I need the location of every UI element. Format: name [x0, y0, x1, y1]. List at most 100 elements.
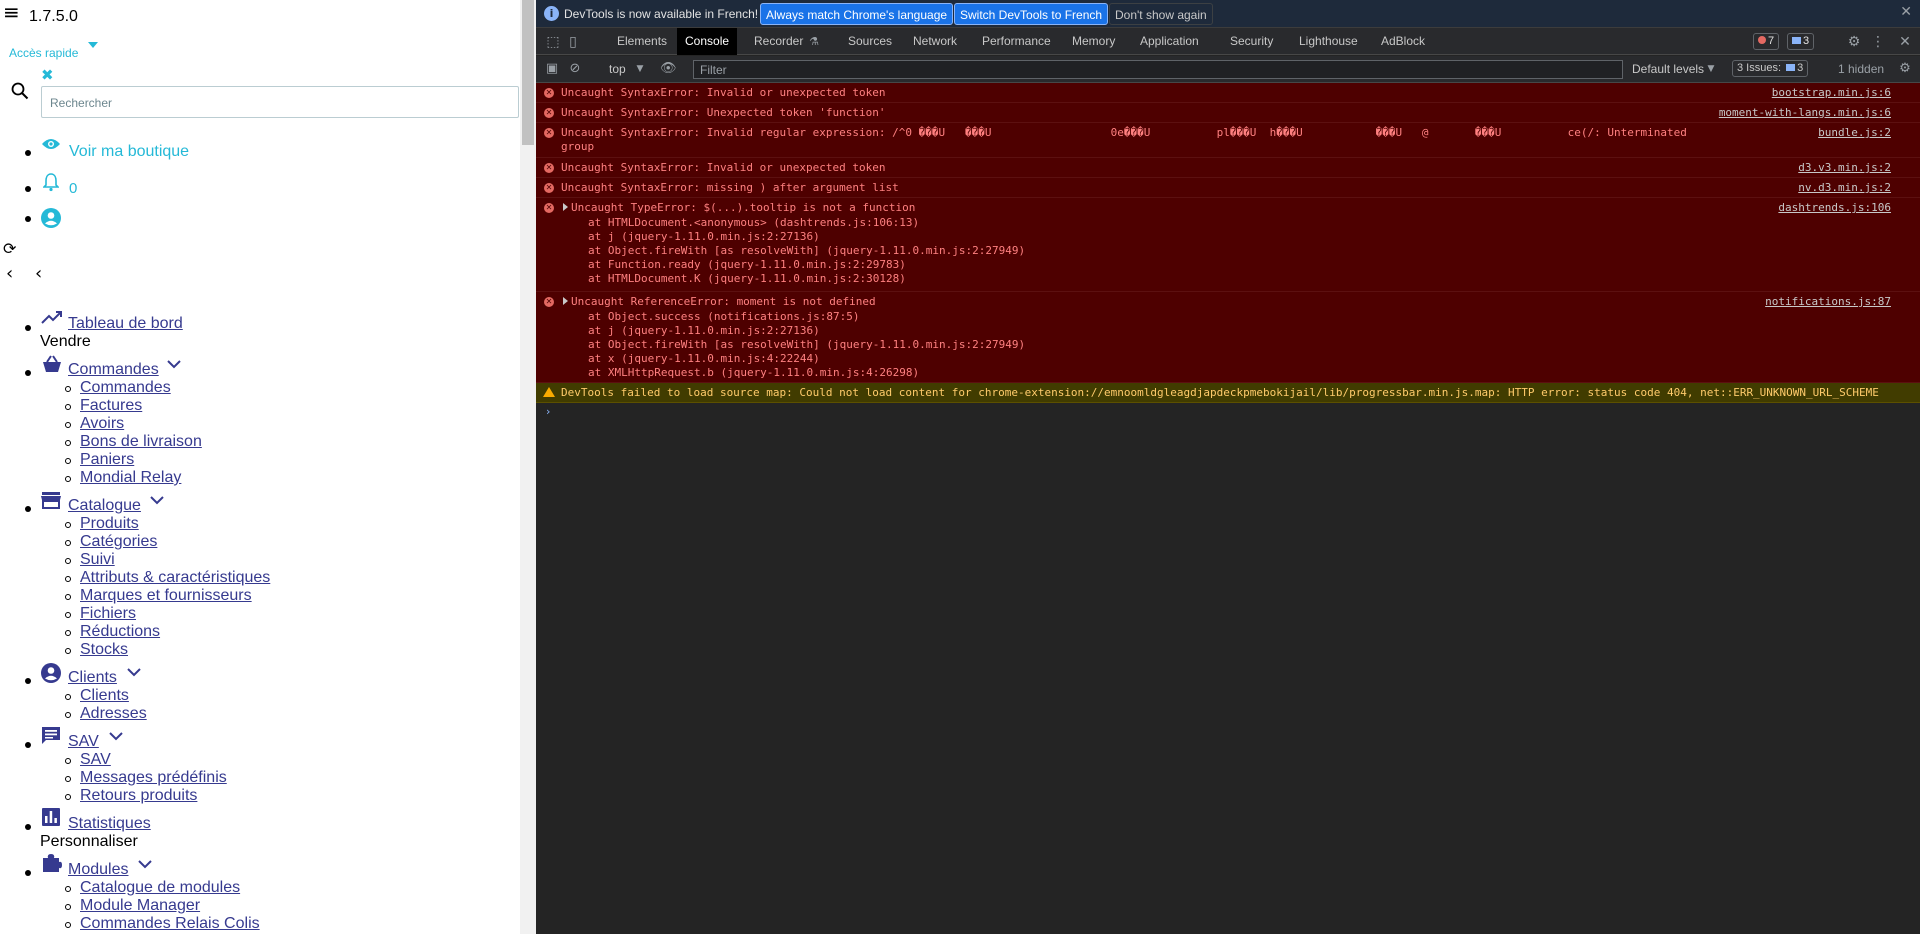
- inspect-icon[interactable]: ⬚: [545, 34, 561, 50]
- source-link[interactable]: nv.d3.min.js:2: [1798, 181, 1891, 194]
- menu-modules-relais[interactable]: Commandes Relais Colis: [80, 915, 260, 933]
- menu-sav[interactable]: SAV: [68, 733, 99, 751]
- tab-application[interactable]: Application: [1132, 28, 1207, 55]
- menu-catalog-brands[interactable]: Marques et fournisseurs: [80, 587, 252, 605]
- menu-customers-addresses[interactable]: Adresses: [80, 705, 147, 723]
- menu-orders-credits[interactable]: Avoirs: [80, 415, 124, 433]
- menu-customers-customers[interactable]: Clients: [80, 687, 129, 705]
- tab-security[interactable]: Security: [1222, 28, 1281, 55]
- scrollbar-thumb[interactable]: [522, 0, 534, 145]
- tab-memory[interactable]: Memory: [1064, 28, 1123, 55]
- menu-orders-mondial-relay[interactable]: Mondial Relay: [80, 469, 181, 487]
- stack-frame[interactable]: at j (jquery-1.11.0.min.js:2:27136): [588, 324, 820, 339]
- menu-catalog-stocks[interactable]: Stocks: [80, 641, 128, 659]
- eye-icon[interactable]: 👁: [660, 61, 677, 77]
- notification-count[interactable]: 0: [69, 180, 77, 197]
- clear-console-icon[interactable]: ⊘: [567, 61, 583, 77]
- tab-network[interactable]: Network: [905, 28, 965, 55]
- menu-orders-orders[interactable]: Commandes: [80, 379, 171, 397]
- more-options-icon[interactable]: ⋮: [1870, 34, 1886, 50]
- stack-frame[interactable]: at Function.ready (jquery-1.11.0.min.js:…: [588, 258, 906, 273]
- source-link[interactable]: moment-with-langs.min.js:6: [1719, 106, 1891, 119]
- caret-down-icon[interactable]: [88, 42, 98, 48]
- chevron-down-icon[interactable]: [138, 856, 152, 874]
- expand-triangle-icon[interactable]: [563, 297, 568, 305]
- stack-frame[interactable]: at HTMLDocument.K (jquery-1.11.0.min.js:…: [588, 272, 906, 287]
- close-devtools-icon[interactable]: ✕: [1897, 34, 1913, 50]
- menu-orders-invoices[interactable]: Factures: [80, 397, 142, 415]
- filter-input[interactable]: Filter: [693, 60, 1623, 79]
- stack-frame[interactable]: at Object.success (notifications.js:87:5…: [588, 310, 860, 325]
- match-language-button[interactable]: Always match Chrome's language: [760, 3, 954, 25]
- search-icon[interactable]: [11, 82, 29, 105]
- stack-frame[interactable]: at XMLHttpRequest.b (jquery-1.11.0.min.j…: [588, 366, 919, 381]
- clear-search-icon[interactable]: ✖: [41, 68, 54, 83]
- stack-frame[interactable]: at x (jquery-1.11.0.min.js:4:22244): [588, 352, 820, 367]
- collapse-left-icon[interactable]: ‹: [35, 263, 42, 284]
- gear-icon[interactable]: ⚙: [1897, 61, 1913, 77]
- source-link[interactable]: dashtrends.js:106: [1778, 201, 1891, 214]
- bell-icon[interactable]: [42, 172, 60, 197]
- chevron-down-icon[interactable]: [127, 664, 141, 682]
- stack-frame[interactable]: at HTMLDocument.<anonymous> (dashtrends.…: [588, 216, 919, 231]
- stack-frame[interactable]: at j (jquery-1.11.0.min.js:2:27136): [588, 230, 820, 245]
- menu-sav-sav[interactable]: SAV: [80, 751, 111, 769]
- menu-catalog-categories[interactable]: Catégories: [80, 533, 157, 551]
- close-icon[interactable]: ✕: [1900, 4, 1912, 20]
- menu-catalog-products[interactable]: Produits: [80, 515, 139, 533]
- source-link[interactable]: notifications.js:87: [1765, 295, 1891, 308]
- menu-modules-manager[interactable]: Module Manager: [80, 897, 200, 915]
- menu-sav-returns[interactable]: Retours produits: [80, 787, 197, 805]
- expand-triangle-icon[interactable]: [563, 203, 568, 211]
- console-error[interactable]: ✕ Uncaught ReferenceError: moment is not…: [536, 292, 1920, 383]
- menu-dashboard[interactable]: Tableau de bord: [68, 315, 183, 333]
- menu-catalog-discounts[interactable]: Réductions: [80, 623, 160, 641]
- menu-orders-delivery[interactable]: Bons de livraison: [80, 433, 202, 451]
- menu-modules-catalog[interactable]: Catalogue de modules: [80, 879, 240, 897]
- chevron-down-icon[interactable]: [167, 356, 181, 374]
- menu-catalog-tracking[interactable]: Suivi: [80, 551, 115, 569]
- stack-frame[interactable]: at Object.fireWith [as resolveWith] (jqu…: [588, 244, 1025, 259]
- console-prompt[interactable]: ›: [546, 405, 550, 418]
- tab-recorder[interactable]: Recorder: [746, 28, 811, 55]
- menu-catalog-attributes[interactable]: Attributs & caractéristiques: [80, 569, 270, 587]
- menu-stats[interactable]: Statistiques: [68, 815, 151, 833]
- tab-performance[interactable]: Performance: [974, 28, 1059, 55]
- menu-modules[interactable]: Modules: [68, 861, 128, 879]
- tab-sources[interactable]: Sources: [840, 28, 900, 55]
- error-count-badge[interactable]: 7: [1753, 33, 1780, 50]
- account-icon[interactable]: [41, 208, 61, 233]
- refresh-icon[interactable]: ⟳: [3, 241, 16, 257]
- issues-button[interactable]: 3 Issues: 3: [1732, 60, 1809, 77]
- source-link[interactable]: bundle.js:2: [1818, 126, 1891, 139]
- device-toggle-icon[interactable]: ▯: [565, 34, 581, 50]
- context-selector[interactable]: top: [609, 62, 626, 76]
- tab-console[interactable]: Console: [677, 28, 738, 55]
- menu-orders-carts[interactable]: Paniers: [80, 451, 134, 469]
- menu-sav-messages[interactable]: Messages prédéfinis: [80, 769, 227, 787]
- message-count-badge[interactable]: 3: [1787, 33, 1815, 50]
- source-link[interactable]: d3.v3.min.js:2: [1798, 161, 1891, 174]
- menu-catalog-files[interactable]: Fichiers: [80, 605, 136, 623]
- search-input[interactable]: Rechercher: [41, 86, 519, 118]
- menu-customers[interactable]: Clients: [68, 669, 117, 687]
- gear-icon[interactable]: ⚙: [1846, 34, 1862, 50]
- dismiss-button[interactable]: Don't show again: [1109, 3, 1213, 25]
- console-error[interactable]: ✕ Uncaught TypeError: $(...).tooltip is …: [536, 198, 1920, 292]
- chevron-down-icon[interactable]: [109, 728, 123, 746]
- tab-elements[interactable]: Elements: [609, 28, 675, 55]
- source-link[interactable]: bootstrap.min.js:6: [1772, 86, 1891, 99]
- collapse-left-icon[interactable]: ‹: [6, 263, 13, 284]
- tab-adblock[interactable]: AdBlock: [1373, 28, 1433, 55]
- page-scrollbar[interactable]: [520, 0, 536, 934]
- stack-frame[interactable]: at Object.fireWith [as resolveWith] (jqu…: [588, 338, 1025, 353]
- sidebar-toggle-icon[interactable]: ▣: [544, 61, 560, 77]
- view-shop-link[interactable]: Voir ma boutique: [69, 143, 189, 161]
- menu-orders[interactable]: Commandes: [68, 361, 159, 379]
- chevron-down-icon[interactable]: [150, 492, 164, 510]
- switch-french-button[interactable]: Switch DevTools to French: [954, 3, 1109, 25]
- hamburger-icon[interactable]: ≡: [3, 2, 20, 22]
- log-levels-dropdown[interactable]: Default levels: [1632, 62, 1704, 76]
- menu-catalog[interactable]: Catalogue: [68, 497, 141, 515]
- tab-lighthouse[interactable]: Lighthouse: [1291, 28, 1366, 55]
